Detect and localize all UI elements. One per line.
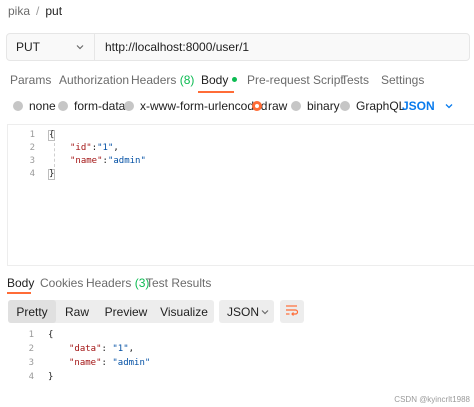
body-type-none-label: none [29,99,56,113]
request-bar: PUT http://localhost:8000/user/1 [6,33,470,61]
response-format-label: JSON [227,304,260,319]
chevron-down-icon [74,41,86,53]
chevron-down-icon [443,100,455,112]
response-body-viewer[interactable]: 1 2 3 4 { "data": "1", "name": "admin" } [7,330,467,390]
radio-icon [58,101,68,111]
line-number: 3 [28,358,34,368]
tab-settings[interactable]: Settings [381,70,424,90]
language-select-label: JSON [402,99,435,113]
code-line: "data": "1", [69,344,135,354]
tab-tests[interactable]: Tests [341,70,369,90]
response-tab-headers-label: Headers [86,276,132,290]
breadcrumb: pika / put [8,3,62,19]
view-visualize-button[interactable]: Visualize [154,300,214,323]
breadcrumb-collection[interactable]: pika [8,4,30,18]
radio-icon [291,101,301,111]
response-tabs: Body Cookies Headers (3) Test Results [0,276,474,290]
breadcrumb-request-name[interactable]: put [45,4,62,18]
body-type-none[interactable]: none [13,97,56,115]
code-line: { [49,130,55,140]
radio-icon [13,101,23,111]
body-type-graphql-label: GraphQL [356,99,406,113]
wrap-lines-icon [285,304,299,319]
body-type-form-data[interactable]: form-data [58,97,125,115]
response-format-select[interactable]: JSON [219,300,274,323]
tab-params[interactable]: Params [10,70,51,90]
tab-headers-label: Headers [131,73,177,87]
body-type-urlencoded[interactable]: x-www-form-urlencoded [124,97,267,115]
body-indicator-dot [232,77,238,83]
url-input[interactable]: http://localhost:8000/user/1 [95,40,249,54]
request-body-editor[interactable]: 1 2 3 4 { "id":"1", "name":"admin" } [7,124,474,266]
chevron-down-icon [259,306,271,318]
body-type-binary[interactable]: binary [291,97,340,115]
tab-headers-count: (8) [179,73,195,87]
body-type-urlencoded-label: x-www-form-urlencoded [140,99,268,113]
request-tabs: Params Authorization Headers (8) Body Pr… [0,70,474,90]
active-tab-underline [198,91,234,93]
response-tab-body[interactable]: Body [7,276,34,290]
code-line: "name":"admin" [70,156,146,166]
line-number: 4 [29,169,35,179]
view-raw-button[interactable]: Raw [56,300,98,323]
body-type-form-data-label: form-data [74,99,126,113]
line-number: 4 [28,372,34,382]
code-line: "name": "admin" [69,358,151,368]
response-active-tab-underline [7,292,31,294]
line-number: 2 [28,344,34,354]
body-type-graphql[interactable]: GraphQL [340,97,405,115]
line-number: 1 [28,330,34,340]
code-line: } [49,169,55,179]
radio-icon [124,101,134,111]
body-type-raw-label: raw [268,99,288,113]
response-tab-headers[interactable]: Headers (3) [86,276,149,290]
language-select[interactable]: JSON [402,97,455,115]
method-select[interactable]: PUT [7,34,95,60]
wrap-lines-button[interactable] [280,300,304,323]
view-pretty-button[interactable]: Pretty [8,300,56,323]
body-type-binary-label: binary [307,99,340,113]
response-view-group: Pretty Raw Preview Visualize [8,300,214,323]
response-tab-test-results[interactable]: Test Results [146,276,211,290]
line-number: 1 [29,130,35,140]
tab-body[interactable]: Body [201,70,238,90]
code-line: "id":"1", [70,143,119,153]
tab-authorization[interactable]: Authorization [59,70,129,90]
tab-body-label: Body [201,73,229,87]
indent-guide [54,143,55,167]
view-preview-button[interactable]: Preview [98,300,154,323]
code-line: } [48,372,54,382]
line-number: 2 [29,143,35,153]
response-tab-cookies[interactable]: Cookies [40,276,83,290]
body-type-raw[interactable]: raw [252,97,287,115]
radio-icon [340,101,350,111]
breadcrumb-separator: / [36,4,40,18]
line-number: 3 [29,156,35,166]
watermark: CSDN @kyincrlt1988 [394,395,470,404]
tab-pre-request-script[interactable]: Pre-request Script [247,70,344,90]
code-line: { [48,330,54,340]
method-label: PUT [16,40,40,54]
tab-headers[interactable]: Headers (8) [131,70,194,90]
radio-selected-icon [252,101,262,111]
